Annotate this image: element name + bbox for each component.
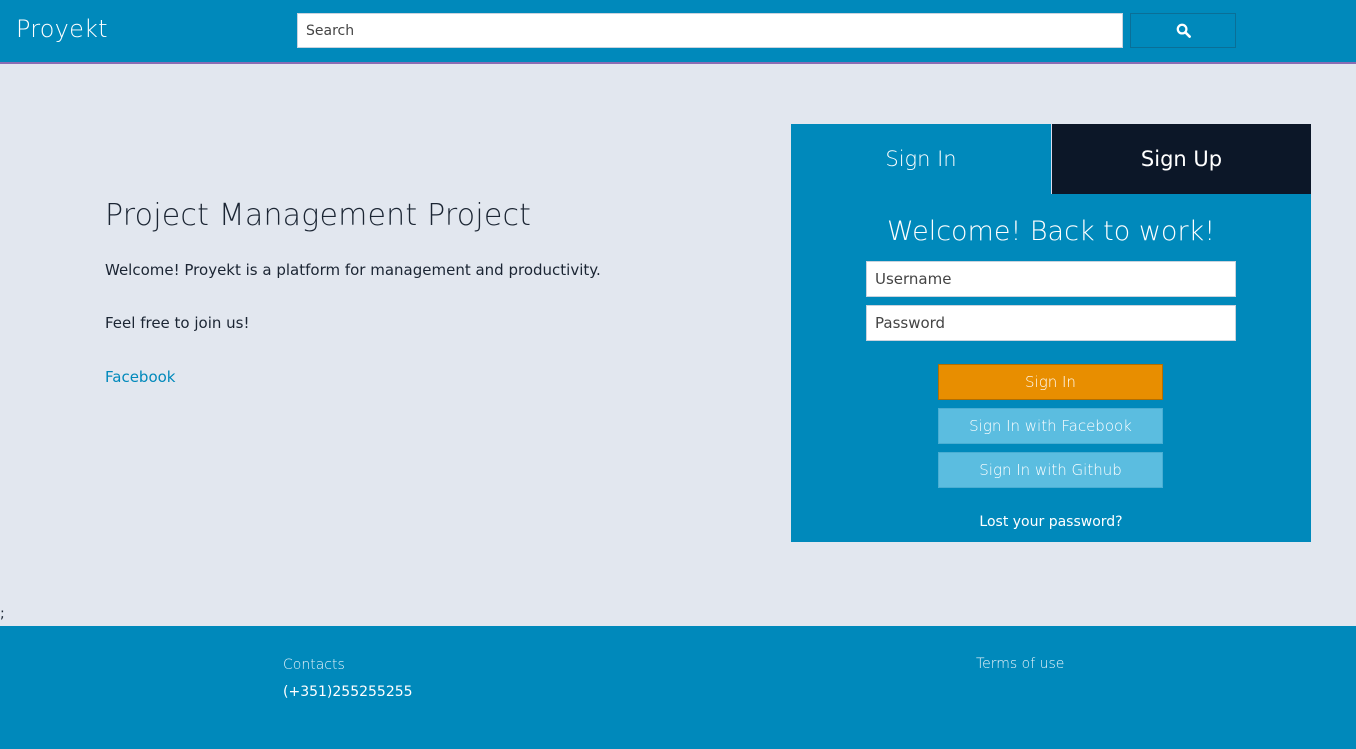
search-input[interactable]: [297, 13, 1123, 48]
navbar: Proyekt: [0, 0, 1356, 64]
tab-sign-up[interactable]: Sign Up: [1051, 124, 1311, 194]
sign-in-button[interactable]: Sign In: [938, 364, 1163, 400]
tab-sign-in[interactable]: Sign In: [791, 124, 1051, 194]
join-text: Feel free to join us!: [105, 314, 250, 332]
username-field[interactable]: [866, 261, 1236, 297]
terms-of-use-link[interactable]: Terms of use: [976, 656, 1064, 672]
intro-section: Project Management Project Welcome! Proy…: [105, 198, 705, 386]
sign-in-github-button[interactable]: Sign In with Github: [938, 452, 1163, 488]
lost-password-link[interactable]: Lost your password?: [791, 514, 1311, 530]
password-field[interactable]: [866, 305, 1236, 341]
brand-logo[interactable]: Proyekt: [16, 15, 108, 43]
sign-in-facebook-button[interactable]: Sign In with Facebook: [938, 408, 1163, 444]
page-title: Project Management Project: [105, 198, 532, 233]
search-button[interactable]: [1130, 13, 1236, 48]
footer-contacts-heading: Contacts: [283, 657, 345, 673]
footer: Contacts (+351)255255255 Terms of use: [0, 626, 1356, 749]
login-heading: Welcome! Back to work!: [886, 216, 1216, 247]
login-panel: Sign In Sign Up Welcome! Back to work! S…: [791, 124, 1311, 542]
facebook-link[interactable]: Facebook: [105, 368, 175, 386]
stray-text: ;: [0, 606, 5, 622]
welcome-text: Welcome! Proyekt is a platform for manag…: [105, 261, 601, 279]
search-icon: [1176, 23, 1191, 38]
footer-phone: (+351)255255255: [283, 684, 413, 700]
